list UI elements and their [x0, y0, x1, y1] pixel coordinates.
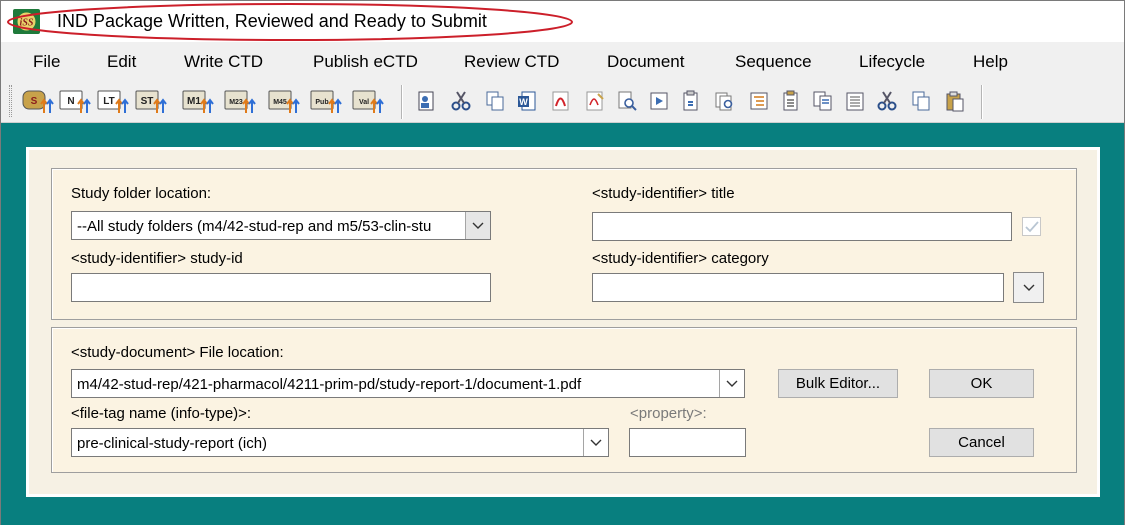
menu-sequence[interactable]: Sequence	[735, 52, 812, 72]
val-publish-icon[interactable]: Val	[351, 87, 385, 115]
menu-lifecycle[interactable]: Lifecycle	[859, 52, 925, 72]
new-publish-icon[interactable]: N	[58, 87, 92, 115]
study-title-input[interactable]	[592, 212, 1012, 241]
word-document-icon[interactable]: W	[513, 87, 541, 115]
workspace: Study folder location: --All study folde…	[1, 123, 1124, 525]
pub-publish-icon[interactable]: Pub	[309, 87, 343, 115]
title-bar: iSS IND Package Written, Reviewed and Re…	[1, 1, 1124, 42]
document-search-icon[interactable]	[613, 87, 641, 115]
study-identifier-group: Study folder location: --All study folde…	[51, 168, 1077, 320]
chevron-down-icon[interactable]	[465, 212, 490, 239]
svg-text:iSS: iSS	[20, 18, 34, 29]
cut-icon-2[interactable]	[873, 87, 901, 115]
cancel-button[interactable]: Cancel	[929, 428, 1034, 457]
file-tag-value: pre-clinical-study-report (ich)	[77, 435, 268, 452]
m45-publish-icon[interactable]: M45	[267, 87, 301, 115]
app-logo-icon: iSS	[13, 9, 40, 34]
study-document-dialog: Study folder location: --All study folde…	[26, 147, 1100, 497]
toolbar-grip[interactable]	[9, 85, 12, 117]
m1-publish-icon[interactable]: M1	[181, 87, 215, 115]
menu-edit[interactable]: Edit	[107, 52, 136, 72]
menu-review-ctd[interactable]: Review CTD	[464, 52, 559, 72]
property-label: <property>:	[630, 405, 707, 422]
chevron-down-icon[interactable]	[583, 429, 608, 456]
study-category-input[interactable]	[592, 273, 1004, 302]
file-tag-dropdown[interactable]: pre-clinical-study-report (ich)	[71, 428, 609, 457]
svg-text:W: W	[519, 97, 528, 107]
menu-bar: File Edit Write CTD Publish eCTD Review …	[1, 42, 1124, 79]
properties-icon[interactable]	[841, 87, 869, 115]
study-id-input[interactable]	[71, 273, 491, 302]
svg-text:N: N	[67, 96, 74, 107]
category-dropdown-button[interactable]	[1013, 272, 1044, 303]
menu-file[interactable]: File	[33, 52, 60, 72]
cut-icon[interactable]	[447, 87, 475, 115]
study-title-label: <study-identifier> title	[592, 185, 735, 202]
bulk-editor-button[interactable]: Bulk Editor...	[778, 369, 898, 398]
file-tag-label: <file-tag name (info-type)>:	[71, 405, 252, 422]
study-folder-dropdown[interactable]: --All study folders (m4/42-stud-rep and …	[71, 211, 491, 240]
toolbar-separator	[401, 85, 403, 119]
sequence-publish-icon[interactable]: S	[21, 87, 55, 115]
svg-text:ST: ST	[141, 96, 154, 107]
window-title: IND Package Written, Reviewed and Ready …	[57, 11, 487, 31]
file-location-dropdown[interactable]: m4/42-stud-rep/421-pharmacol/4211-prim-p…	[71, 369, 745, 398]
pdf-document-icon[interactable]	[547, 87, 575, 115]
file-location-value: m4/42-stud-rep/421-pharmacol/4211-prim-p…	[77, 376, 582, 393]
study-folder-value: --All study folders (m4/42-stud-rep and …	[77, 218, 432, 235]
title-checkbox[interactable]	[1022, 217, 1041, 236]
lt-publish-icon[interactable]: LT	[96, 87, 130, 115]
svg-text:S: S	[31, 96, 38, 107]
svg-text:M23: M23	[229, 99, 243, 106]
menu-write-ctd[interactable]: Write CTD	[184, 52, 263, 72]
st-publish-icon[interactable]: ST	[134, 87, 168, 115]
toolbar-separator	[981, 85, 983, 119]
copy-icon-2[interactable]	[907, 87, 935, 115]
m23-publish-icon[interactable]: M23	[223, 87, 257, 115]
chevron-down-icon[interactable]	[719, 370, 744, 397]
users-icon[interactable]	[413, 87, 441, 115]
outline-view-icon[interactable]	[745, 87, 773, 115]
menu-help[interactable]: Help	[973, 52, 1008, 72]
svg-text:Val: Val	[359, 99, 369, 106]
study-folder-label: Study folder location:	[71, 185, 212, 202]
file-location-label: <study-document> File location:	[71, 344, 284, 361]
svg-text:LT: LT	[103, 96, 114, 107]
property-input[interactable]	[629, 428, 746, 457]
toolbar: S N LT ST M1 M23 M45 Pub Val W	[1, 79, 1124, 123]
ok-button[interactable]: OK	[929, 369, 1034, 398]
paste-list-icon[interactable]	[777, 87, 805, 115]
study-category-label: <study-identifier> category	[592, 250, 769, 267]
duplicate-pages-icon[interactable]	[809, 87, 837, 115]
copy-icon[interactable]	[481, 87, 509, 115]
pdf-edit-icon[interactable]	[581, 87, 609, 115]
study-document-group: <study-document> File location: m4/42-st…	[51, 327, 1077, 473]
play-document-icon[interactable]	[645, 87, 673, 115]
clipboard-link-icon[interactable]	[677, 87, 705, 115]
study-id-label: <study-identifier> study-id	[71, 250, 243, 267]
svg-text:M1: M1	[187, 96, 201, 107]
chevron-down-icon	[1023, 284, 1034, 291]
find-in-documents-icon[interactable]	[711, 87, 739, 115]
svg-text:Pub: Pub	[315, 99, 328, 106]
svg-text:M45: M45	[273, 99, 287, 106]
paste-icon[interactable]	[941, 87, 969, 115]
menu-document[interactable]: Document	[607, 52, 684, 72]
menu-publish-ectd[interactable]: Publish eCTD	[313, 52, 418, 72]
